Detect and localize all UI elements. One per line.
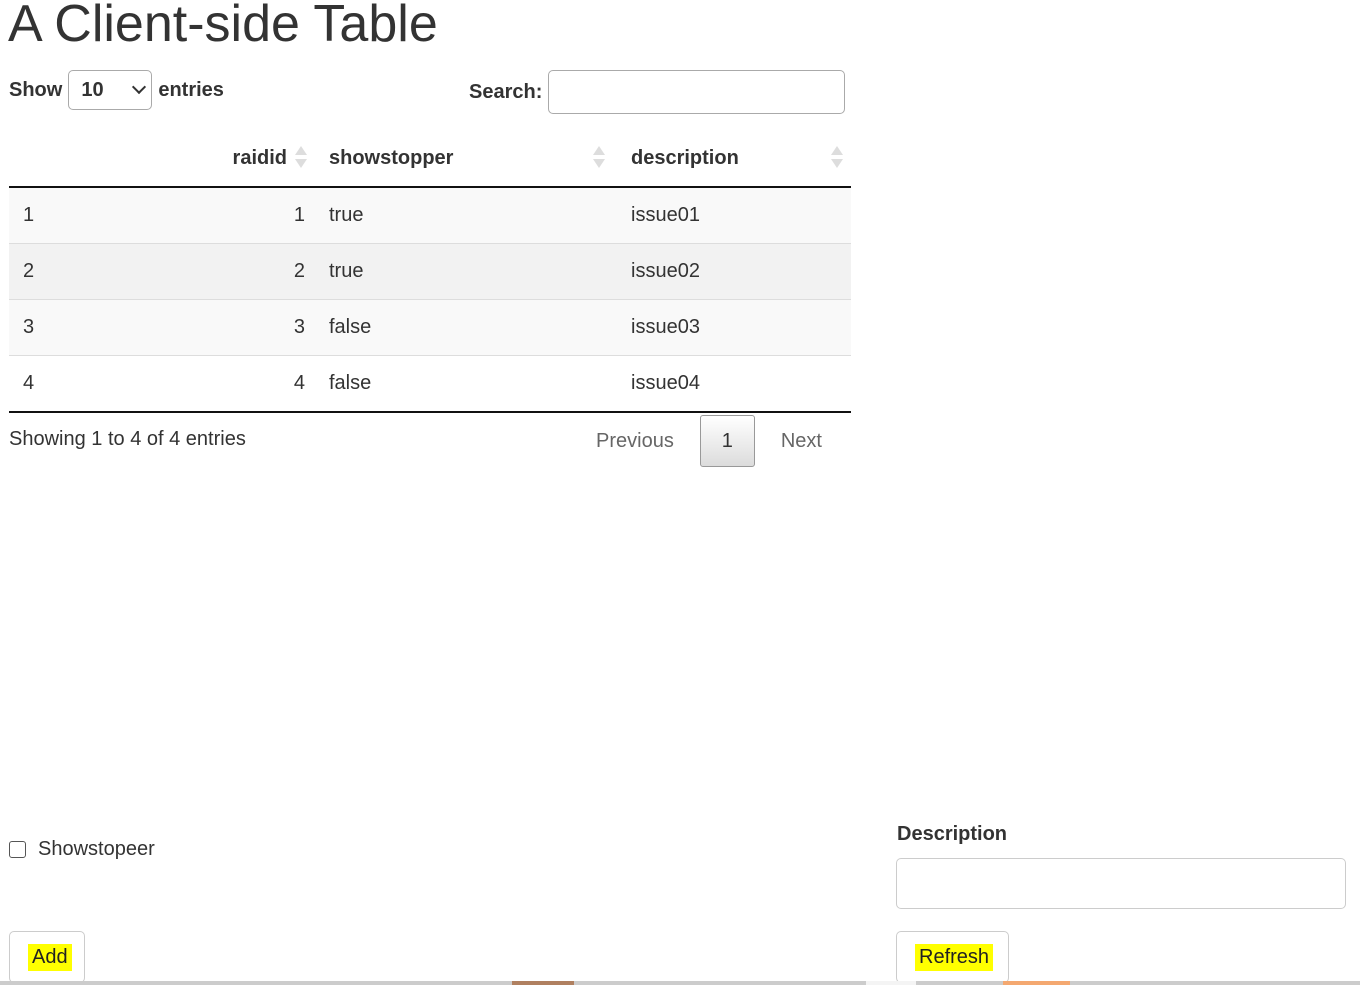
page-title: A Client-side Table	[8, 0, 438, 53]
cell-showstopper: true	[315, 243, 617, 300]
cell-showstopper: false	[315, 355, 617, 413]
add-button[interactable]: Add	[9, 931, 85, 983]
column-header-description[interactable]: description	[617, 130, 851, 188]
sort-icon[interactable]	[593, 146, 605, 170]
cell-showstopper: false	[315, 299, 617, 356]
cell-raidid: 2	[181, 243, 315, 300]
column-header-label: description	[631, 146, 739, 169]
previous-button[interactable]: Previous	[580, 430, 700, 453]
column-header-index	[9, 130, 181, 188]
page-length-control: Show 10 entries	[9, 70, 224, 110]
column-header-raidid[interactable]: raidid	[181, 130, 315, 188]
cell-description: issue03	[617, 299, 851, 356]
cell-raidid: 4	[181, 355, 315, 413]
header-row: raidid showstopper description	[9, 130, 851, 188]
taskbar-segment	[512, 981, 574, 985]
column-header-label: showstopper	[329, 146, 454, 169]
table-row: 3 3 false issue03	[9, 299, 851, 356]
page-button-current[interactable]: 1	[699, 415, 755, 467]
table-row: 1 1 true issue01	[9, 187, 851, 244]
refresh-button[interactable]: Refresh	[896, 931, 1009, 983]
description-input[interactable]	[896, 858, 1346, 909]
data-table: raidid showstopper description 1 1 true iss…	[9, 130, 851, 413]
cell-description: issue01	[617, 187, 851, 244]
add-button-label: Add	[28, 943, 72, 971]
column-header-label: raidid	[232, 146, 287, 169]
showstopper-checkbox-field[interactable]: Showstopeer	[9, 838, 155, 861]
cell-index: 1	[9, 187, 181, 244]
page-length-select[interactable]: 10	[68, 70, 153, 110]
search-input[interactable]	[548, 70, 846, 114]
next-button[interactable]: Next	[755, 430, 844, 453]
sort-icon[interactable]	[295, 146, 307, 170]
cell-index: 3	[9, 299, 181, 356]
taskbar-segment	[1003, 981, 1070, 985]
cell-showstopper: true	[315, 187, 617, 244]
cell-index: 2	[9, 243, 181, 300]
horizontal-scrollbar[interactable]	[0, 981, 1360, 985]
search-control: Search:	[469, 70, 846, 114]
table-row: 2 2 true issue02	[9, 243, 851, 300]
cell-raidid: 3	[181, 299, 315, 356]
taskbar-segment	[866, 981, 916, 985]
sort-icon[interactable]	[831, 146, 843, 170]
refresh-button-label: Refresh	[915, 943, 994, 971]
showstopper-checkbox-label: Showstopeer	[38, 838, 155, 860]
entries-label: entries	[158, 78, 224, 101]
showstopper-checkbox[interactable]	[9, 841, 26, 858]
description-label: Description	[897, 823, 1008, 845]
show-label: Show	[9, 78, 63, 101]
search-label: Search:	[469, 80, 543, 103]
column-header-showstopper[interactable]: showstopper	[315, 130, 617, 188]
cell-description: issue04	[617, 355, 851, 413]
cell-raidid: 1	[181, 187, 315, 244]
table-row: 4 4 false issue04	[9, 355, 851, 413]
cell-description: issue02	[617, 243, 851, 300]
cell-index: 4	[9, 355, 181, 413]
table-info: Showing 1 to 4 of 4 entries	[9, 428, 246, 450]
page-length-select-wrap[interactable]: 10	[62, 70, 158, 110]
pagination: Previous 1 Next	[580, 415, 844, 467]
